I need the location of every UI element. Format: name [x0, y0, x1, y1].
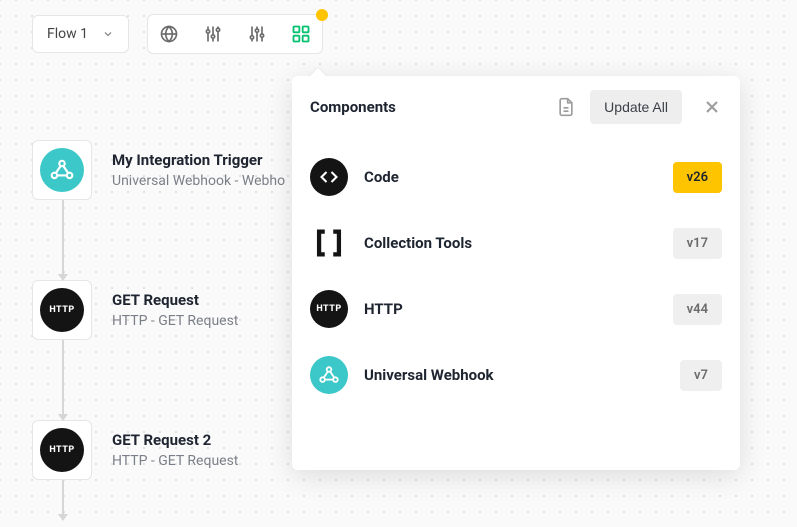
node-title: My Integration Trigger	[112, 151, 285, 169]
node-subtitle: Universal Webhook - Webho	[112, 173, 285, 189]
panel-header: Components Update All	[292, 76, 740, 138]
node-icon-container	[32, 140, 92, 200]
flow-label: Flow 1	[47, 26, 88, 42]
component-row[interactable]: Code v26	[310, 144, 722, 210]
globe-icon[interactable]	[158, 23, 180, 45]
filters-icon[interactable]	[246, 23, 268, 45]
document-icon[interactable]	[556, 97, 576, 117]
components-panel: Components Update All Code v26 Collectio…	[292, 76, 740, 470]
brackets-icon	[310, 224, 348, 262]
update-all-button[interactable]: Update All	[590, 90, 682, 124]
node-subtitle: HTTP - GET Request	[112, 453, 238, 469]
flow-connector-icon	[62, 480, 64, 520]
top-toolbar: Flow 1	[32, 14, 323, 54]
flow-node[interactable]: My Integration Trigger Universal Webhook…	[32, 140, 285, 200]
component-row[interactable]: Collection Tools v17	[310, 210, 722, 276]
version-badge[interactable]: v7	[680, 360, 722, 391]
close-icon[interactable]	[702, 97, 722, 117]
webhook-icon	[310, 356, 348, 394]
node-icon-container: HTTP	[32, 280, 92, 340]
node-text: GET Request HTTP - GET Request	[112, 291, 238, 329]
flow-canvas: My Integration Trigger Universal Webhook…	[32, 140, 285, 520]
version-badge[interactable]: v17	[673, 228, 722, 259]
panel-title: Components	[310, 98, 546, 116]
component-row[interactable]: HTTP HTTP v44	[310, 276, 722, 342]
http-icon: HTTP	[310, 290, 348, 328]
http-icon: HTTP	[40, 288, 84, 332]
node-subtitle: HTTP - GET Request	[112, 313, 238, 329]
panel-arrow-icon	[308, 68, 328, 78]
notification-dot-icon	[316, 9, 328, 21]
node-title: GET Request 2	[112, 431, 238, 449]
webhook-icon	[40, 148, 84, 192]
flow-node[interactable]: HTTP GET Request HTTP - GET Request	[32, 280, 285, 340]
version-badge[interactable]: v26	[673, 162, 722, 193]
flow-node[interactable]: HTTP GET Request 2 HTTP - GET Request	[32, 420, 285, 480]
component-name: Universal Webhook	[364, 366, 664, 384]
node-text: My Integration Trigger Universal Webhook…	[112, 151, 285, 189]
version-badge[interactable]: v44	[673, 294, 722, 325]
sliders-vertical-icon[interactable]	[202, 23, 224, 45]
component-name: Code	[364, 168, 657, 186]
code-icon	[310, 158, 348, 196]
components-grid-icon[interactable]	[290, 23, 312, 45]
component-name: HTTP	[364, 300, 657, 318]
node-text: GET Request 2 HTTP - GET Request	[112, 431, 238, 469]
flow-connector-icon	[62, 200, 64, 280]
flow-selector[interactable]: Flow 1	[32, 15, 129, 53]
flow-connector-icon	[62, 340, 64, 420]
chevron-down-icon	[102, 28, 114, 40]
node-title: GET Request	[112, 291, 238, 309]
http-icon: HTTP	[40, 428, 84, 472]
view-toolbar	[147, 14, 323, 54]
node-icon-container: HTTP	[32, 420, 92, 480]
component-list: Code v26 Collection Tools v17 HTTP HTTP …	[292, 138, 740, 414]
component-name: Collection Tools	[364, 234, 657, 252]
component-row[interactable]: Universal Webhook v7	[310, 342, 722, 408]
